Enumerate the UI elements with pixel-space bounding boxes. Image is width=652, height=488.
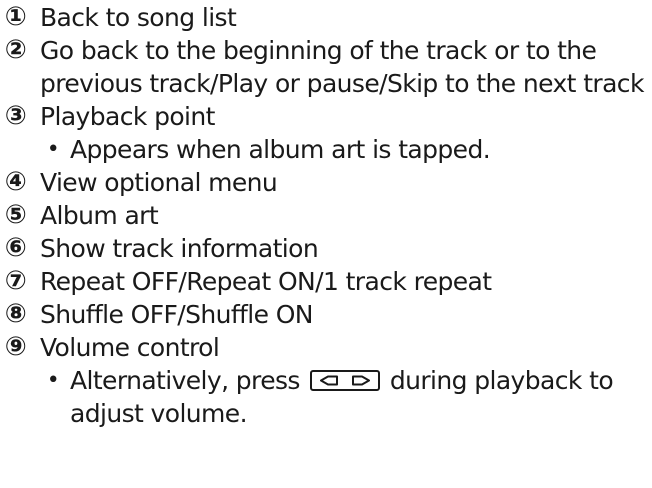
item-number-5: ⑤ (4, 200, 27, 230)
item-number-6: ⑥ (4, 233, 27, 263)
list-item-1: ① Back to song list (0, 1, 237, 34)
bullet-mark: • (46, 137, 60, 162)
list-item-9-note-continuation: adjust volume. (70, 397, 248, 430)
item-number-1: ① (4, 2, 27, 32)
bullet-mark: • (46, 368, 60, 393)
list-item-2: ② Go back to the beginning of the track … (0, 34, 597, 67)
instruction-list: ① Back to song list ② Go back to the beg… (0, 0, 652, 488)
list-item-2-continuation: previous track/Play or pause/Skip to the… (40, 67, 644, 100)
item-number-4: ④ (4, 167, 27, 197)
item-text-5: Album art (40, 201, 159, 230)
item-number-8: ⑧ (4, 299, 27, 329)
list-item-4: ④ View optional menu (0, 166, 278, 199)
list-item-9: ⑨ Volume control (0, 331, 220, 364)
volume-down-up-key-icon (309, 370, 380, 391)
list-item-7: ⑦ Repeat OFF/Repeat ON/1 track repeat (0, 265, 492, 298)
item-text-2: Go back to the beginning of the track or… (40, 36, 597, 65)
item-note-9-before: Alternatively, press (70, 366, 300, 395)
list-item-8: ⑧ Shuffle OFF/Shuffle ON (0, 298, 314, 331)
item-text-6: Show track information (40, 234, 319, 263)
item-text-3: Playback point (40, 102, 215, 131)
item-number-9: ⑨ (4, 332, 27, 362)
item-number-2: ② (4, 35, 27, 65)
list-item-3-note: • Appears when album art is tapped. (44, 133, 491, 166)
item-text-8: Shuffle OFF/Shuffle ON (40, 300, 314, 329)
item-text-7: Repeat OFF/Repeat ON/1 track repeat (40, 267, 492, 296)
list-item-3: ③ Playback point (0, 100, 216, 133)
volume-up-arrow-icon (351, 375, 370, 386)
item-note-3: Appears when album art is tapped. (70, 135, 491, 164)
list-item-6: ⑥ Show track information (0, 232, 319, 265)
item-note-9-cont: adjust volume. (70, 399, 248, 428)
volume-down-arrow-icon (319, 375, 338, 386)
item-number-7: ⑦ (4, 266, 27, 296)
item-text-2-line-2: previous track/Play or pause/Skip to the… (40, 69, 644, 98)
item-note-9-after: during playback to (389, 366, 614, 395)
list-item-9-note: • Alternatively, press during playback t… (44, 364, 614, 397)
item-text-4: View optional menu (40, 168, 278, 197)
list-item-5: ⑤ Album art (0, 199, 159, 232)
item-number-3: ③ (4, 101, 27, 131)
item-text-1: Back to song list (40, 3, 237, 32)
item-text-9: Volume control (40, 333, 220, 362)
